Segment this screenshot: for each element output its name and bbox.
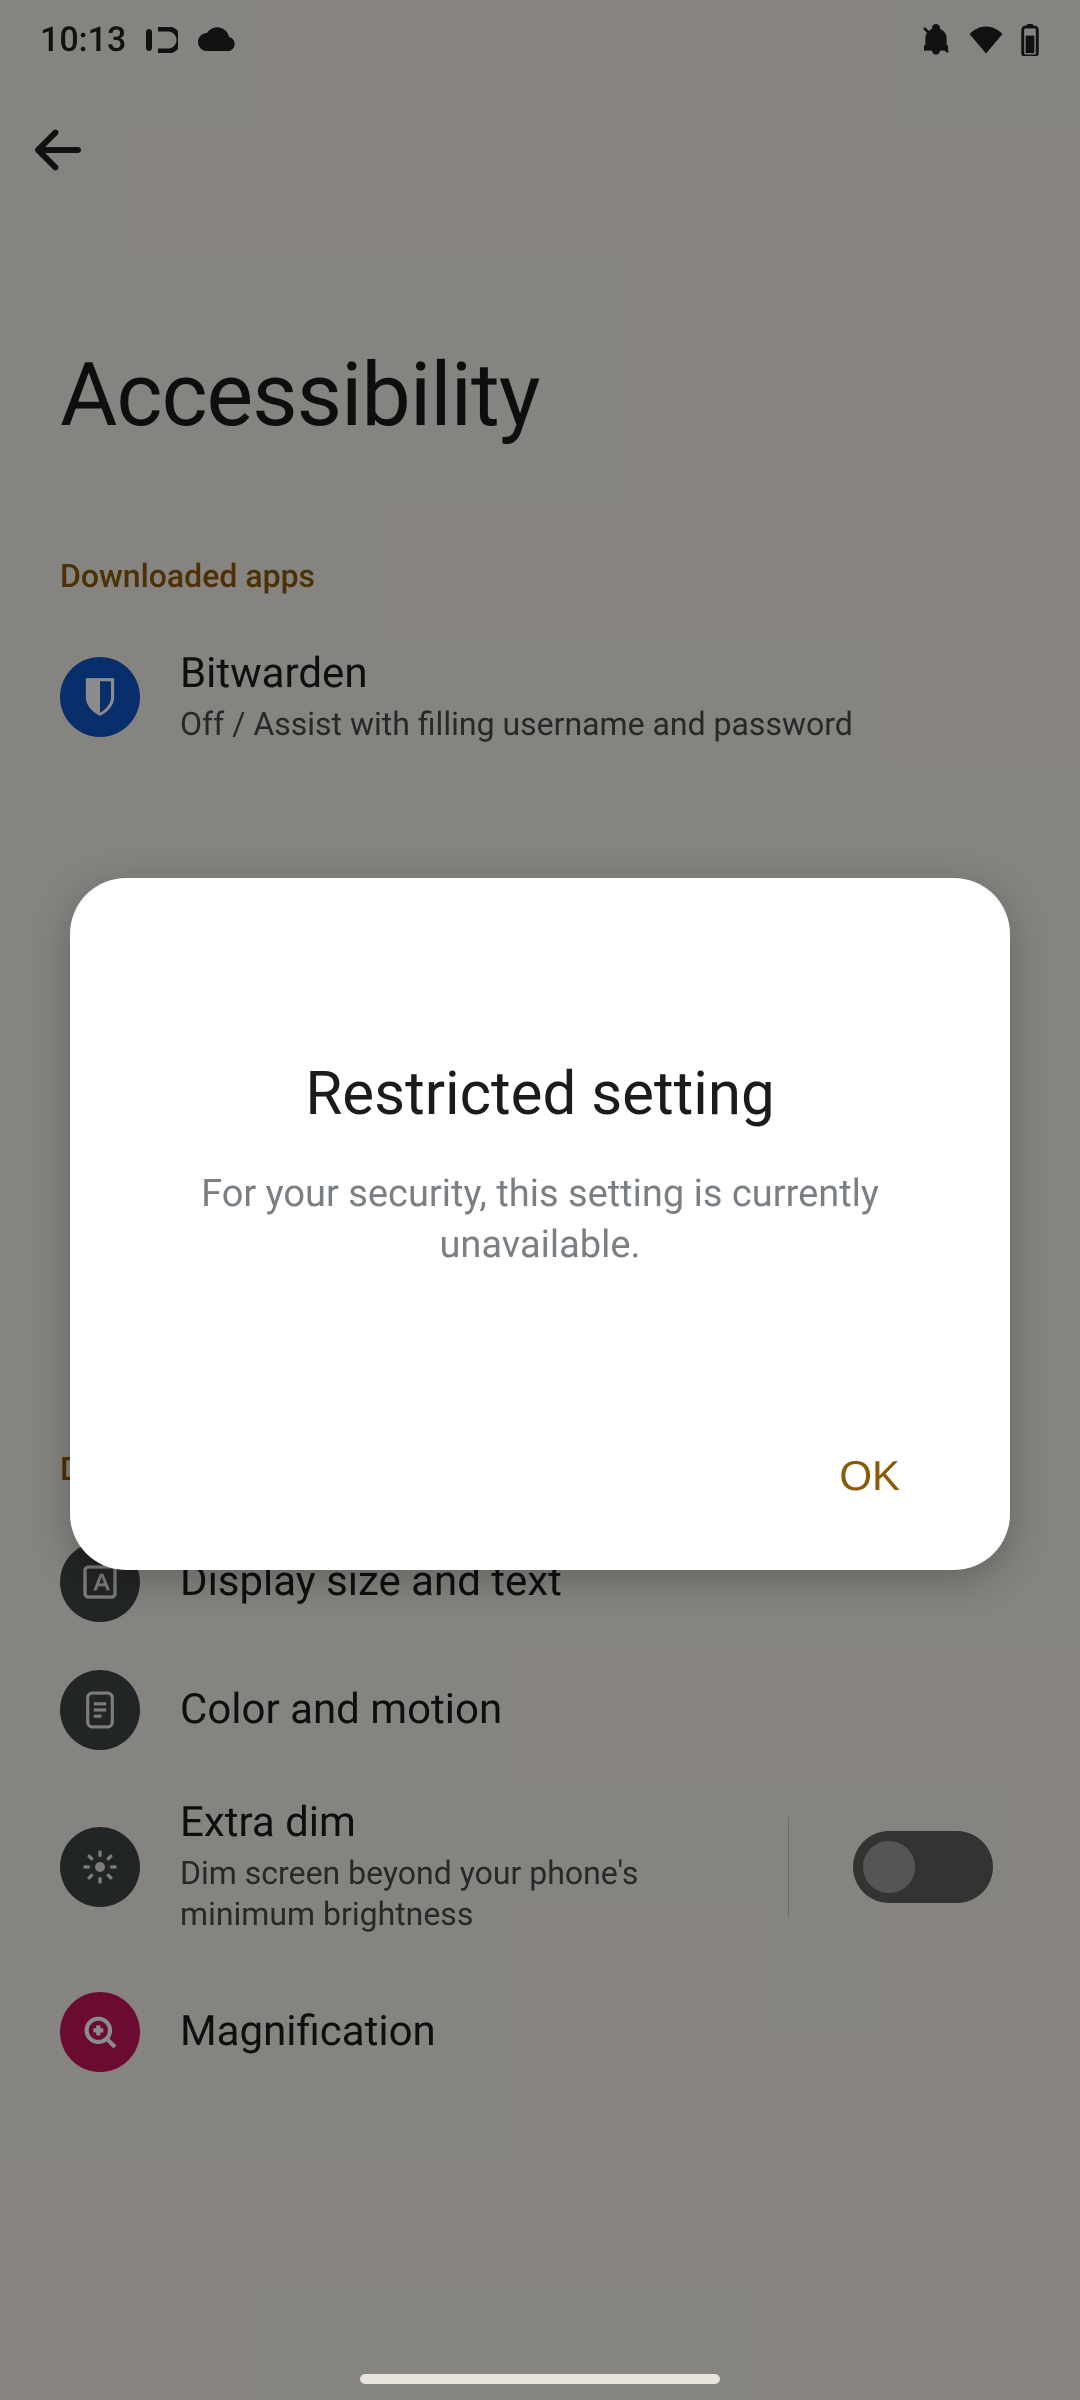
- dialog-title: Restricted setting: [140, 1058, 940, 1129]
- gesture-nav-bar[interactable]: [360, 2374, 720, 2384]
- dialog-actions: OK: [140, 1432, 940, 1520]
- dialog-ok-button[interactable]: OK: [799, 1432, 940, 1520]
- restricted-setting-dialog: Restricted setting For your security, th…: [70, 878, 1010, 1570]
- dialog-body: For your security, this setting is curre…: [140, 1169, 940, 1272]
